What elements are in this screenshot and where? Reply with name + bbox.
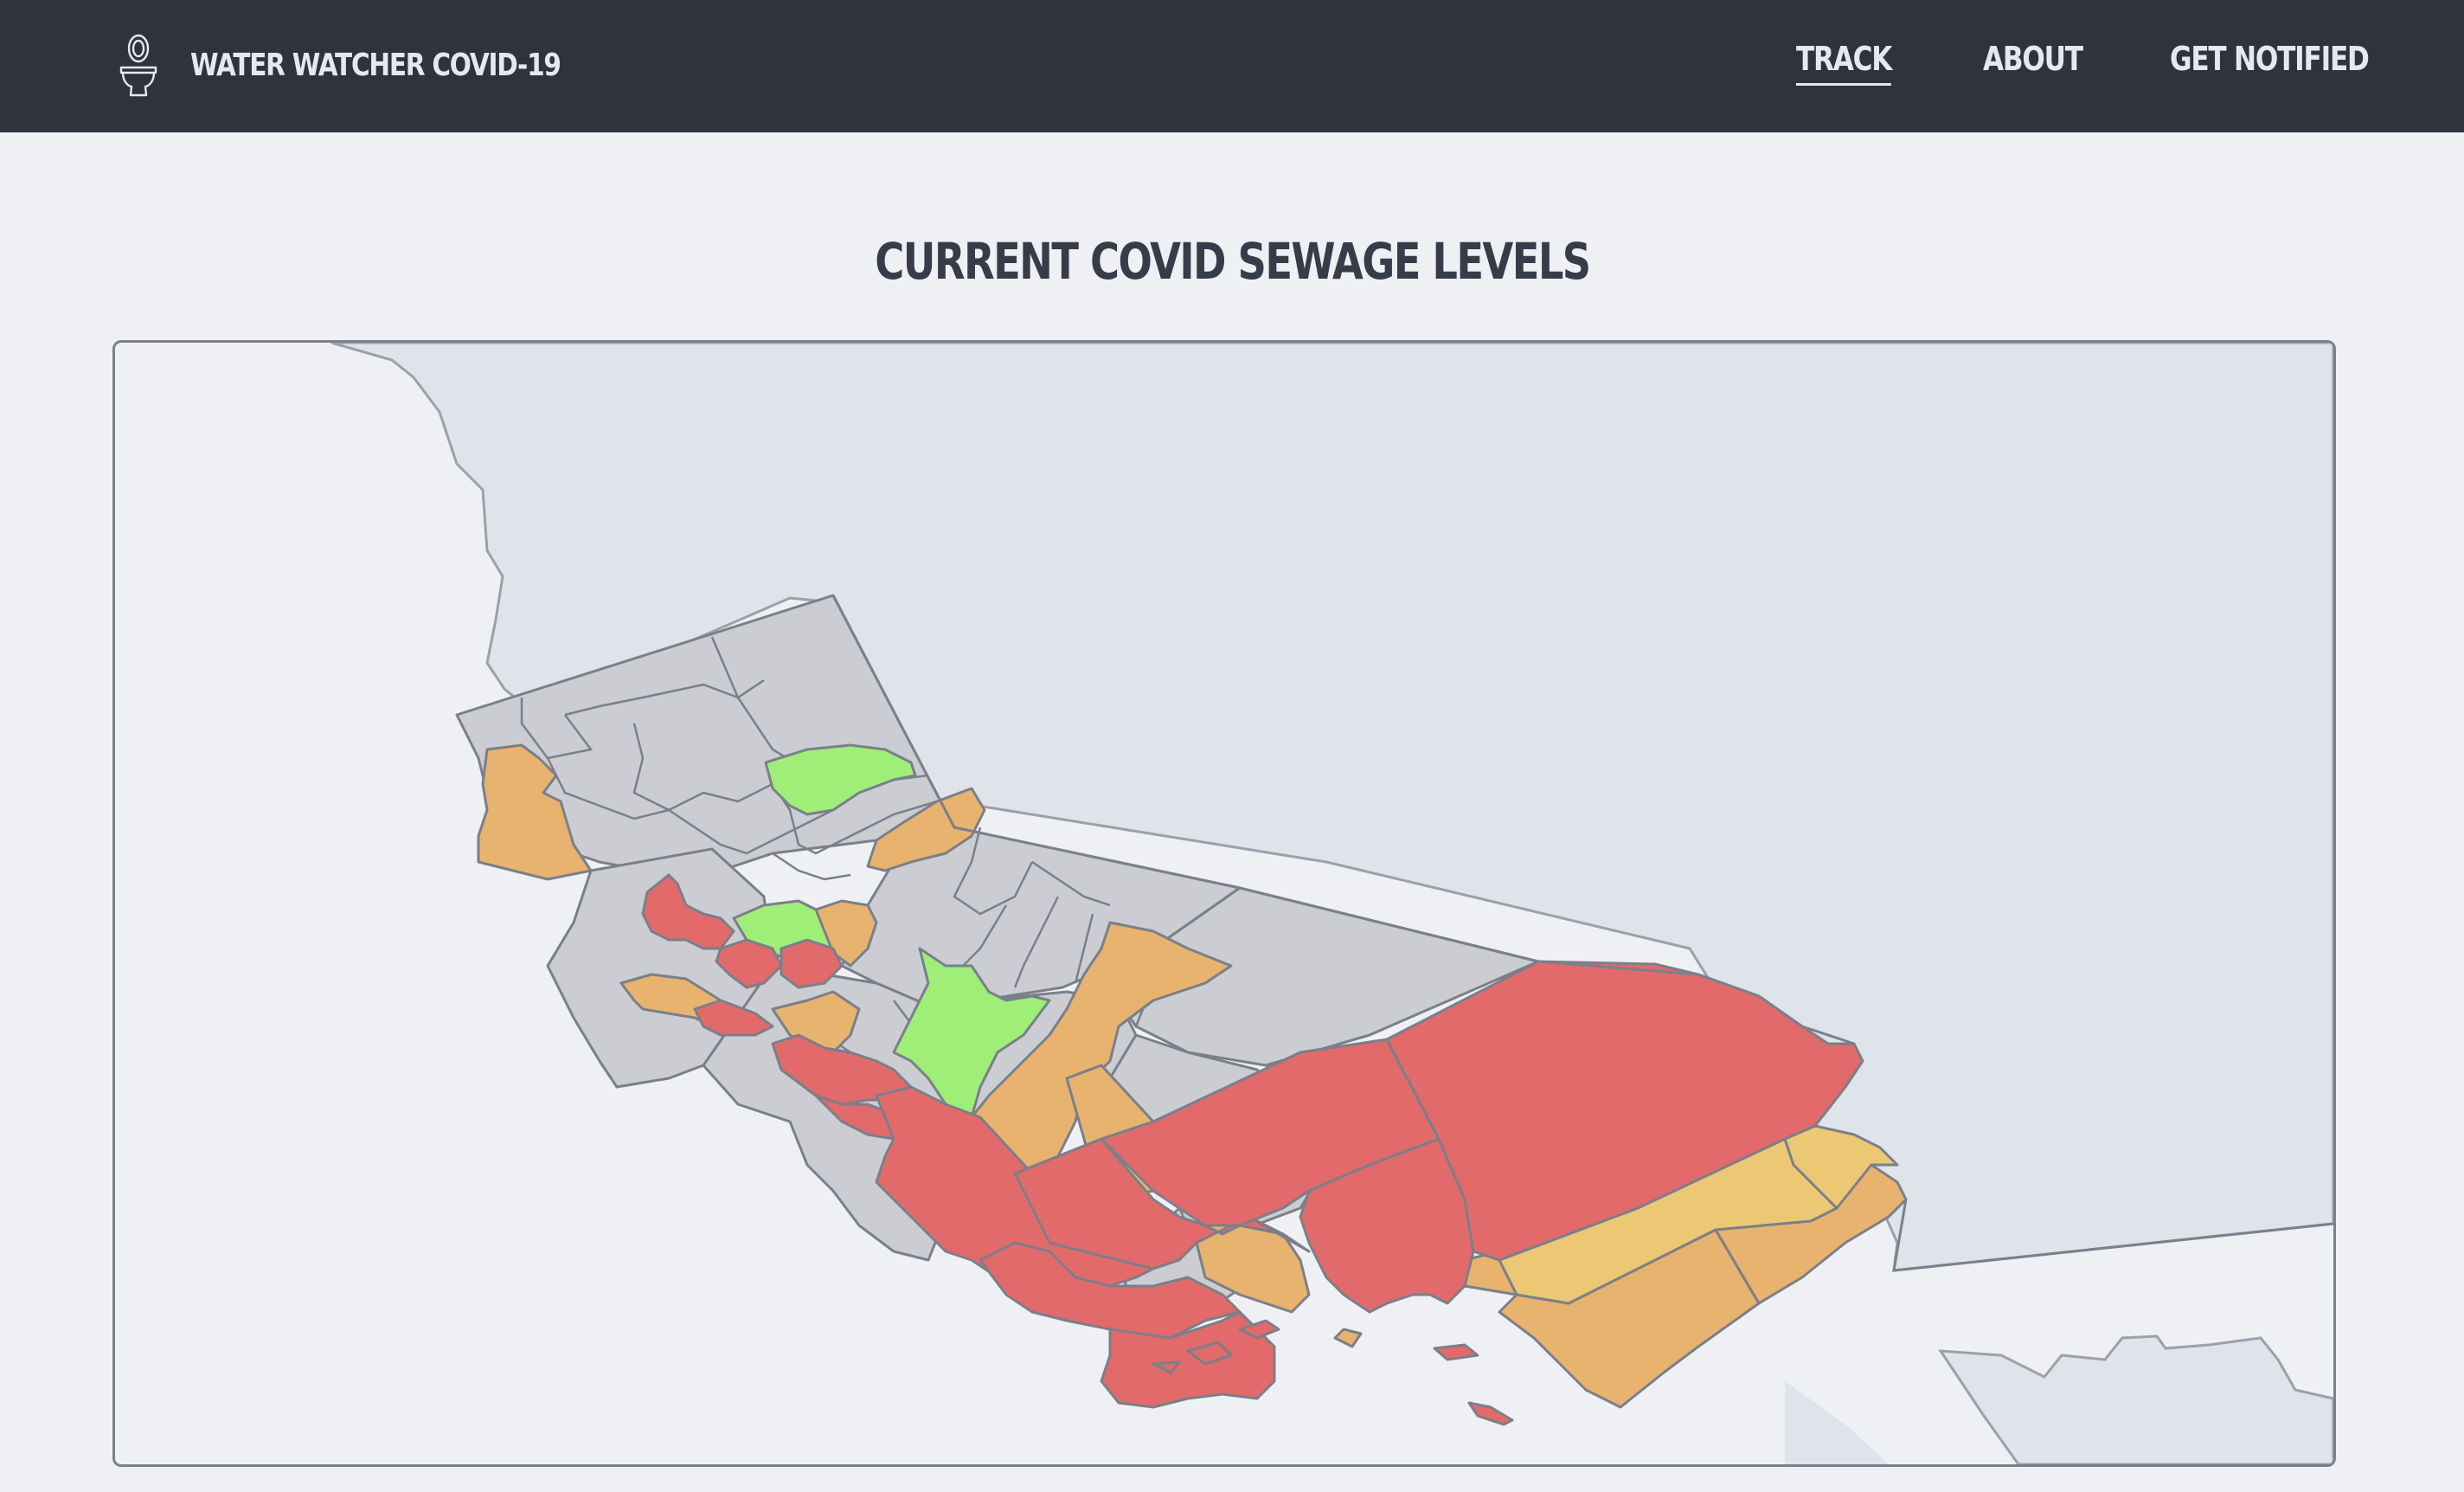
- land-background-baja: [1938, 1334, 2333, 1464]
- nav-link-track[interactable]: TRACK: [1796, 40, 1892, 86]
- main-nav: TRACK ABOUT GET NOTIFIED: [0, 40, 2464, 92]
- nav-link-get-notified[interactable]: GET NOTIFIED: [2170, 40, 2370, 83]
- top-navbar: WATER WATCHER COVID-19 TRACK ABOUT GET N…: [0, 0, 2464, 132]
- county-high[interactable]: [1433, 1343, 1479, 1361]
- covid-sewage-map[interactable]: [112, 340, 2336, 1467]
- land-background-baja-left: [1785, 1381, 1889, 1464]
- page-title: CURRENT COVID SEWAGE LEVELS: [874, 232, 1591, 291]
- county-high[interactable]: [1467, 1401, 1514, 1426]
- nav-link-about[interactable]: ABOUT: [1983, 40, 2083, 83]
- county-elevated[interactable]: [1333, 1328, 1363, 1348]
- california-county-map[interactable]: [115, 343, 2333, 1464]
